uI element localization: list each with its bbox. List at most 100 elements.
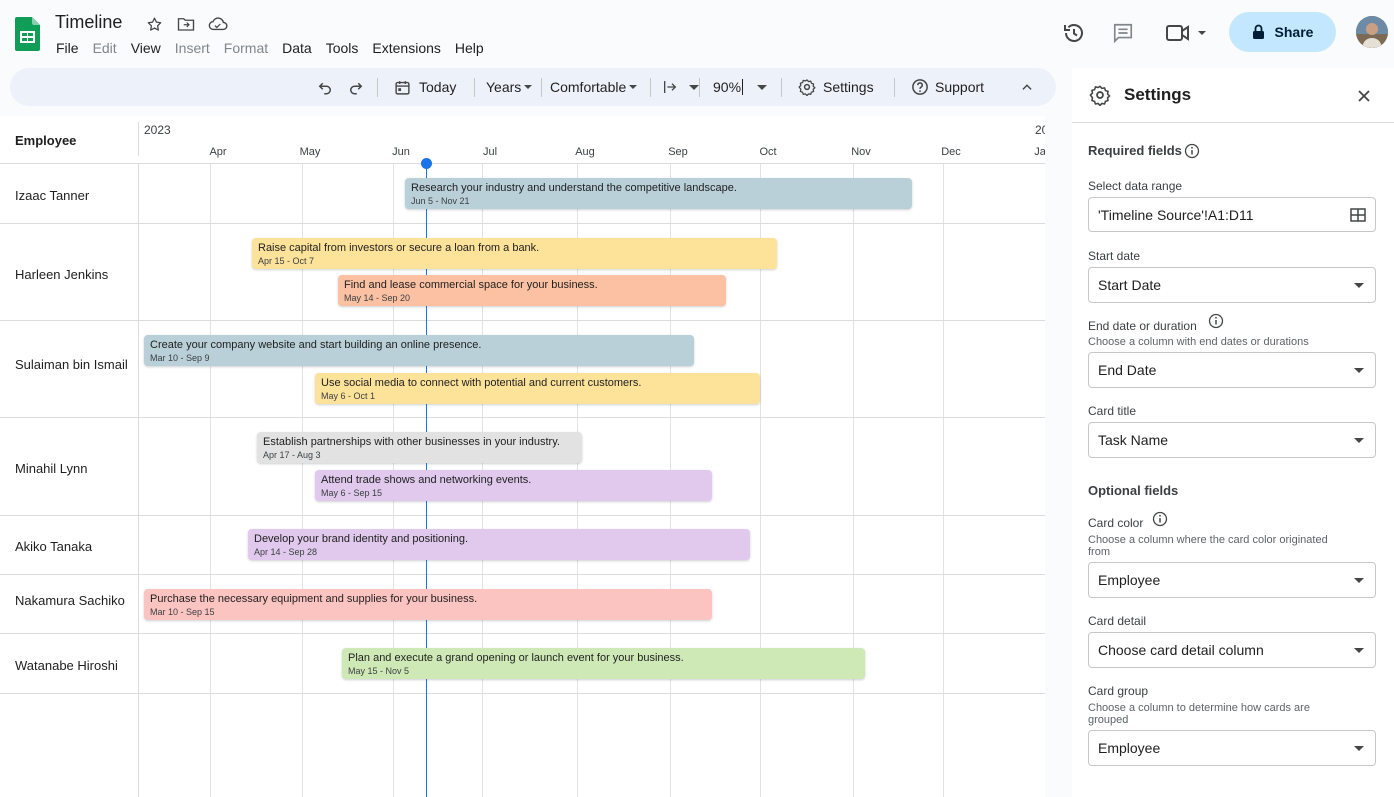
density-label: Comfortable xyxy=(550,79,627,95)
info-icon[interactable] xyxy=(1184,143,1200,159)
card-color-select[interactable]: Employee xyxy=(1088,562,1376,598)
timeline-card[interactable]: Plan and execute a grand opening or laun… xyxy=(342,648,865,679)
menu-help[interactable]: Help xyxy=(455,39,484,59)
toolbar-divider xyxy=(894,78,895,97)
document-title[interactable]: Timeline xyxy=(55,12,122,33)
time-scale-dropdown[interactable]: Years xyxy=(486,68,533,106)
zoom-label: 90% xyxy=(713,79,742,95)
timeline-card[interactable]: Attend trade shows and networking events… xyxy=(315,470,712,501)
share-button[interactable]: Share xyxy=(1229,12,1336,52)
timeline-card[interactable]: Create your company website and start bu… xyxy=(144,335,694,366)
menu-file[interactable]: File xyxy=(56,39,79,59)
month-label: Ja xyxy=(1034,146,1045,158)
header-divider xyxy=(138,122,139,156)
card-title: Establish partnerships with other busine… xyxy=(263,436,560,448)
data-range-input[interactable]: 'Timeline Source'!A1:D11 xyxy=(1088,197,1376,232)
undo-icon[interactable] xyxy=(316,68,334,106)
collapse-toolbar-icon[interactable] xyxy=(1020,68,1034,106)
toolbar-divider xyxy=(474,78,475,97)
card-detail-select[interactable]: Choose card detail column xyxy=(1088,632,1376,668)
comments-icon[interactable] xyxy=(1110,20,1136,46)
today-button[interactable]: Today xyxy=(394,68,456,106)
close-icon[interactable] xyxy=(1357,89,1371,103)
collapse-grouping-button[interactable] xyxy=(662,68,699,106)
align-start-icon xyxy=(664,81,677,93)
support-button[interactable]: Support xyxy=(911,68,984,106)
timeline-card[interactable]: Develop your brand identity and position… xyxy=(248,529,750,560)
start-date-label: Start date xyxy=(1088,249,1141,263)
version-history-icon[interactable] xyxy=(1061,20,1087,46)
star-icon[interactable] xyxy=(144,14,164,34)
row-divider xyxy=(0,633,1045,634)
gear-icon xyxy=(798,79,816,96)
timeline-card[interactable]: Establish partnerships with other busine… xyxy=(257,432,582,463)
end-date-select[interactable]: End Date xyxy=(1088,352,1376,388)
menu-format: Format xyxy=(223,40,269,56)
start-date-select[interactable]: Start Date xyxy=(1088,267,1376,303)
menu-data[interactable]: Data xyxy=(282,39,312,59)
menu-tools[interactable]: Tools xyxy=(326,39,359,59)
required-fields-title: Required fields xyxy=(1088,143,1182,158)
menu-view[interactable]: View xyxy=(131,39,161,59)
card-date-range: May 15 - Nov 5 xyxy=(348,666,410,676)
info-icon[interactable] xyxy=(1152,511,1168,527)
start-date-value: Start Date xyxy=(1098,277,1162,293)
card-title: Use social media to connect with potenti… xyxy=(321,377,642,389)
employee-name: Watanabe Hiroshi xyxy=(15,658,118,673)
month-label: Sep xyxy=(668,146,688,158)
avatar[interactable] xyxy=(1356,16,1388,48)
timeline-card[interactable]: Find and lease commercial space for your… xyxy=(338,275,726,306)
move-folder-icon[interactable] xyxy=(176,14,196,34)
sheets-logo-icon[interactable] xyxy=(15,17,40,51)
chevron-down-icon xyxy=(1354,648,1364,653)
card-date-range: Mar 10 - Sep 9 xyxy=(150,353,210,363)
card-date-range: Apr 14 - Sep 28 xyxy=(254,547,318,557)
end-date-label: End date or duration xyxy=(1088,319,1197,333)
chevron-down-icon xyxy=(1354,578,1364,583)
chevron-down-icon xyxy=(1354,746,1364,751)
today-marker-dot xyxy=(421,158,432,169)
card-title: Find and lease commercial space for your… xyxy=(344,279,598,291)
timeline-card[interactable]: Research your industry and understand th… xyxy=(405,178,912,209)
calendar-icon xyxy=(395,80,410,95)
month-gridline xyxy=(943,164,944,797)
row-divider xyxy=(0,515,1045,516)
text-cursor xyxy=(742,79,744,95)
timeline-card[interactable]: Use social media to connect with potenti… xyxy=(315,373,760,404)
card-group-select[interactable]: Employee xyxy=(1088,730,1376,766)
gear-icon xyxy=(1089,85,1111,106)
card-group-description: Choose a column to determine how cards a… xyxy=(1088,702,1310,726)
toolbar-divider xyxy=(541,78,542,97)
support-label: Support xyxy=(935,79,985,95)
card-date-range: Apr 17 - Aug 3 xyxy=(263,450,321,460)
card-title: Research your industry and understand th… xyxy=(411,182,737,194)
card-title-label: Card title xyxy=(1088,404,1137,418)
card-date-range: Apr 15 - Oct 7 xyxy=(258,256,315,266)
today-label: Today xyxy=(419,79,457,95)
row-divider xyxy=(0,693,1045,694)
grid-select-icon[interactable] xyxy=(1350,208,1366,222)
month-label: Jun xyxy=(392,146,410,158)
meet-video-icon[interactable] xyxy=(1164,20,1210,46)
settings-button[interactable]: Settings xyxy=(798,68,874,106)
density-dropdown[interactable]: Comfortable xyxy=(550,68,638,106)
zoom-dropdown[interactable]: 90% xyxy=(713,68,768,106)
row-divider xyxy=(0,320,1045,321)
card-title-select[interactable]: Task Name xyxy=(1088,422,1376,458)
employee-column-divider xyxy=(138,164,139,797)
employee-name: Minahil Lynn xyxy=(15,461,88,476)
info-icon[interactable] xyxy=(1208,313,1224,329)
card-title-value: Task Name xyxy=(1098,432,1169,448)
menu-extensions[interactable]: Extensions xyxy=(372,39,440,59)
cloud-saved-icon[interactable] xyxy=(208,14,228,34)
row-divider xyxy=(0,417,1045,418)
timeline-card[interactable]: Purchase the necessary equipment and sup… xyxy=(144,589,712,620)
card-group-label: Card group xyxy=(1088,684,1149,698)
redo-icon[interactable] xyxy=(347,68,365,106)
share-button-label: Share xyxy=(1274,24,1314,40)
timeline-card[interactable]: Raise capital from investors or secure a… xyxy=(252,238,777,269)
chevron-down-icon xyxy=(757,84,768,90)
help-icon xyxy=(912,79,928,95)
card-detail-label: Card detail xyxy=(1088,614,1147,628)
card-date-range: May 6 - Sep 15 xyxy=(321,488,383,498)
